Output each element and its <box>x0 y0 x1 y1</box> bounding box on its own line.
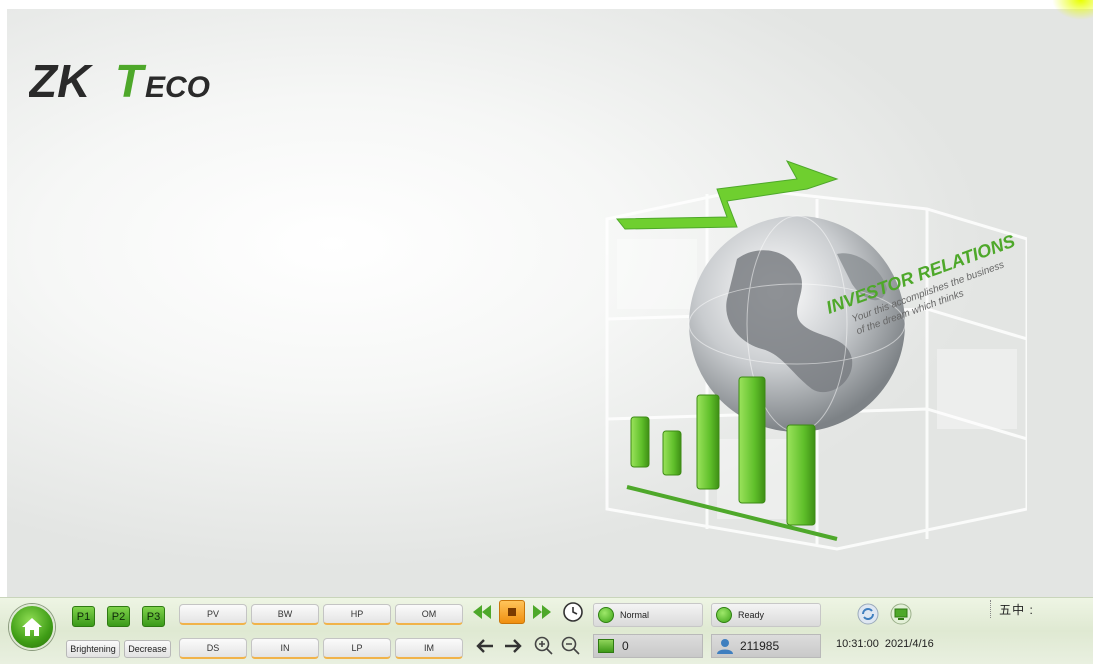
user-value: 211985 <box>740 639 780 653</box>
mode-im-button[interactable]: IM <box>395 638 463 659</box>
stop-button[interactable] <box>499 600 525 624</box>
zoom-in-icon[interactable] <box>533 635 555 657</box>
clock-time: 10:31:00 <box>836 638 879 650</box>
mode-in-button[interactable]: IN <box>251 638 319 659</box>
count-value: 0 <box>622 639 629 653</box>
bottom-toolbar: P1 P2 P3 Brightening Decrease PV BW HP O… <box>0 597 1093 664</box>
arrow-right-icon[interactable] <box>502 635 524 657</box>
image-count-icon <box>598 639 614 653</box>
count-panel: 0 <box>593 634 703 658</box>
zoom-out-icon[interactable] <box>560 635 582 657</box>
ime-indicator[interactable]: 五中 : <box>990 600 1042 618</box>
logo-text-eco: ECO <box>145 71 210 104</box>
brightening-button[interactable]: Brightening <box>66 640 120 658</box>
scanner-icon <box>598 607 614 623</box>
logo-text-zk: ZK <box>29 55 93 107</box>
home-icon <box>22 618 42 636</box>
preset-p2-button[interactable]: P2 <box>107 606 130 627</box>
rewind-icon[interactable] <box>470 600 494 624</box>
mode-om-button[interactable]: OM <box>395 604 463 625</box>
clock: 10:31:00 2021/4/16 <box>836 638 956 650</box>
clock-date: 2021/4/16 <box>884 638 934 650</box>
refresh-icon[interactable] <box>857 603 879 625</box>
ready-status-icon <box>716 607 732 623</box>
mode-ds-button[interactable]: DS <box>179 638 247 659</box>
device-status-text: Ready <box>738 610 765 620</box>
preset-p1-button[interactable]: P1 <box>72 606 95 627</box>
zkteco-logo: ZK T ECO <box>29 55 210 107</box>
mode-lp-button[interactable]: LP <box>323 638 391 659</box>
mode-status-text: Normal <box>620 610 650 620</box>
mode-status-panel: Normal <box>593 603 703 627</box>
home-button[interactable] <box>9 604 55 650</box>
decrease-button[interactable]: Decrease <box>124 640 171 658</box>
arrow-left-icon[interactable] <box>474 635 496 657</box>
corner-highlight <box>1052 0 1093 20</box>
video-viewport: ZK T ECO INVESTOR RELATIONS Your this ac… <box>7 9 1093 597</box>
device-status-panel: Ready <box>711 603 821 627</box>
mode-pv-button[interactable]: PV <box>179 604 247 625</box>
monitor-icon[interactable] <box>890 603 912 625</box>
mode-bw-button[interactable]: BW <box>251 604 319 625</box>
app-window: ZK T ECO INVESTOR RELATIONS Your this ac… <box>0 0 1093 664</box>
user-icon <box>717 639 733 654</box>
preset-p3-button[interactable]: P3 <box>142 606 165 627</box>
history-clock-icon[interactable] <box>562 601 584 623</box>
mode-hp-button[interactable]: HP <box>323 604 391 625</box>
fast-forward-icon[interactable] <box>530 600 554 624</box>
investor-relations-illustration: INVESTOR RELATIONS Your this accomplishe… <box>605 160 1027 551</box>
user-panel: 211985 <box>711 634 821 658</box>
stop-icon <box>508 608 516 616</box>
logo-text-t: T <box>115 55 147 107</box>
